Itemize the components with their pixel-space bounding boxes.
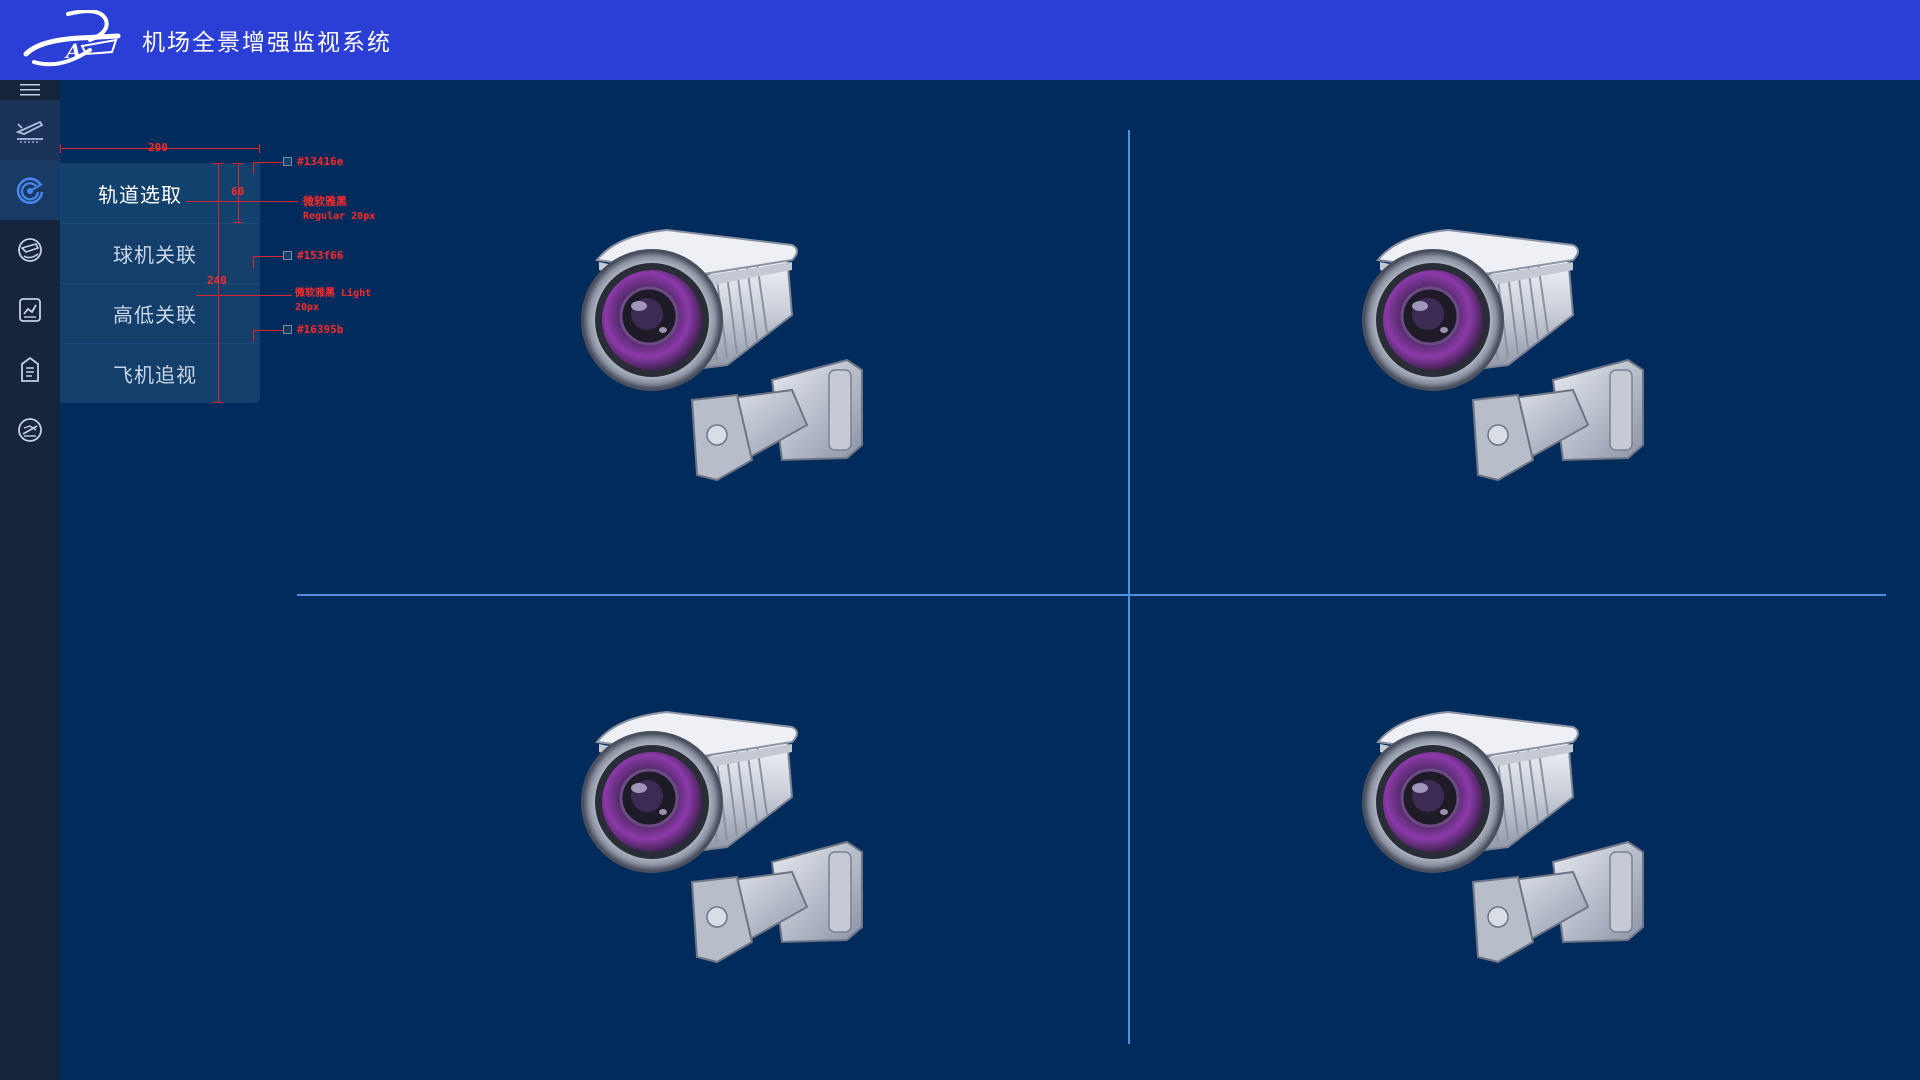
video-pane-bottom-right[interactable] <box>1353 707 1653 967</box>
rail-item-document[interactable] <box>0 340 60 400</box>
cctv-camera-icon <box>580 710 864 964</box>
annotation-line <box>186 201 298 202</box>
hamburger-icon <box>20 84 40 96</box>
submenu-item-track-select[interactable]: 轨道选取 <box>60 163 260 223</box>
rail-item-no-fly[interactable] <box>0 400 60 460</box>
airport-logo-icon: A <box>20 9 122 70</box>
annotation-font-item-size: 20px <box>295 302 320 313</box>
annotation-tick <box>213 402 223 403</box>
video-pane-top-right[interactable] <box>1353 225 1653 485</box>
cctv-camera-icon <box>1361 710 1645 964</box>
annotation-tick <box>213 163 223 164</box>
app-title: 机场全景增强监视系统 <box>142 30 392 56</box>
grid-divider-vertical <box>1128 130 1130 1044</box>
submenu-item-label: 轨道选取 <box>98 182 182 207</box>
annotation-tick <box>233 163 243 164</box>
annotation-font-item-name: 微软雅黑 Light <box>295 288 372 299</box>
document-icon <box>21 356 39 382</box>
top-header: A 机场全景增强监视系统 <box>0 0 1920 80</box>
annotation-tick <box>233 222 243 223</box>
no-fly-icon <box>18 418 42 442</box>
annotation-line <box>196 295 292 296</box>
cctv-camera-icon <box>1361 228 1645 482</box>
submenu-item-aircraft-track[interactable]: 飞机追视 <box>60 343 260 403</box>
grid-divider-horizontal <box>297 594 1886 596</box>
rail-item-radar[interactable] <box>0 160 60 220</box>
rail-item-chart[interactable] <box>0 280 60 340</box>
annotation-font-selected-size: Regular 20px <box>303 211 376 222</box>
submenu-item-ptz-link[interactable]: 球机关联 <box>60 223 260 283</box>
color-swatch-item <box>283 251 292 260</box>
annotation-color-selected: #13416e <box>297 155 344 168</box>
annotation-width: 200 <box>148 141 168 154</box>
cctv-camera-icon <box>580 228 864 482</box>
runway-landing-icon <box>15 120 44 143</box>
annotation-tick <box>60 144 61 153</box>
svg-text:A: A <box>64 39 82 63</box>
annotation-line <box>253 330 283 331</box>
left-nav-rail <box>0 80 60 1080</box>
color-swatch-selected <box>283 157 292 166</box>
submenu-item-high-low-link[interactable]: 高低关联 <box>60 283 260 343</box>
camera-link-icon <box>18 238 42 262</box>
annotation-menu-height: 240 <box>207 274 227 287</box>
rail-item-camera-link[interactable] <box>0 220 60 280</box>
annotation-line <box>253 162 283 163</box>
hamburger-menu-button[interactable] <box>0 80 60 100</box>
track-submenu: 轨道选取 球机关联 高低关联 飞机追视 <box>60 163 260 403</box>
annotation-color-item: #153f66 <box>297 249 344 262</box>
annotation-line <box>253 162 254 174</box>
video-pane-top-left[interactable] <box>572 225 872 485</box>
submenu-item-label: 飞机追视 <box>113 363 197 387</box>
annotation-line <box>253 256 283 257</box>
radar-icon <box>16 177 44 204</box>
annotation-font-selected-name: 微软雅黑 <box>303 195 347 208</box>
submenu-item-label: 球机关联 <box>113 243 197 267</box>
annotation-color-menu: #16395b <box>297 323 344 336</box>
annotation-item-height: 60 <box>231 185 245 198</box>
annotation-line <box>253 256 254 268</box>
annotation-tick <box>259 144 260 153</box>
annotation-line <box>253 330 254 342</box>
rail-item-runway[interactable] <box>0 100 60 160</box>
submenu-item-label: 高低关联 <box>113 303 197 327</box>
video-pane-bottom-left[interactable] <box>572 707 872 967</box>
color-swatch-menu <box>283 325 292 334</box>
chart-icon <box>19 298 41 322</box>
